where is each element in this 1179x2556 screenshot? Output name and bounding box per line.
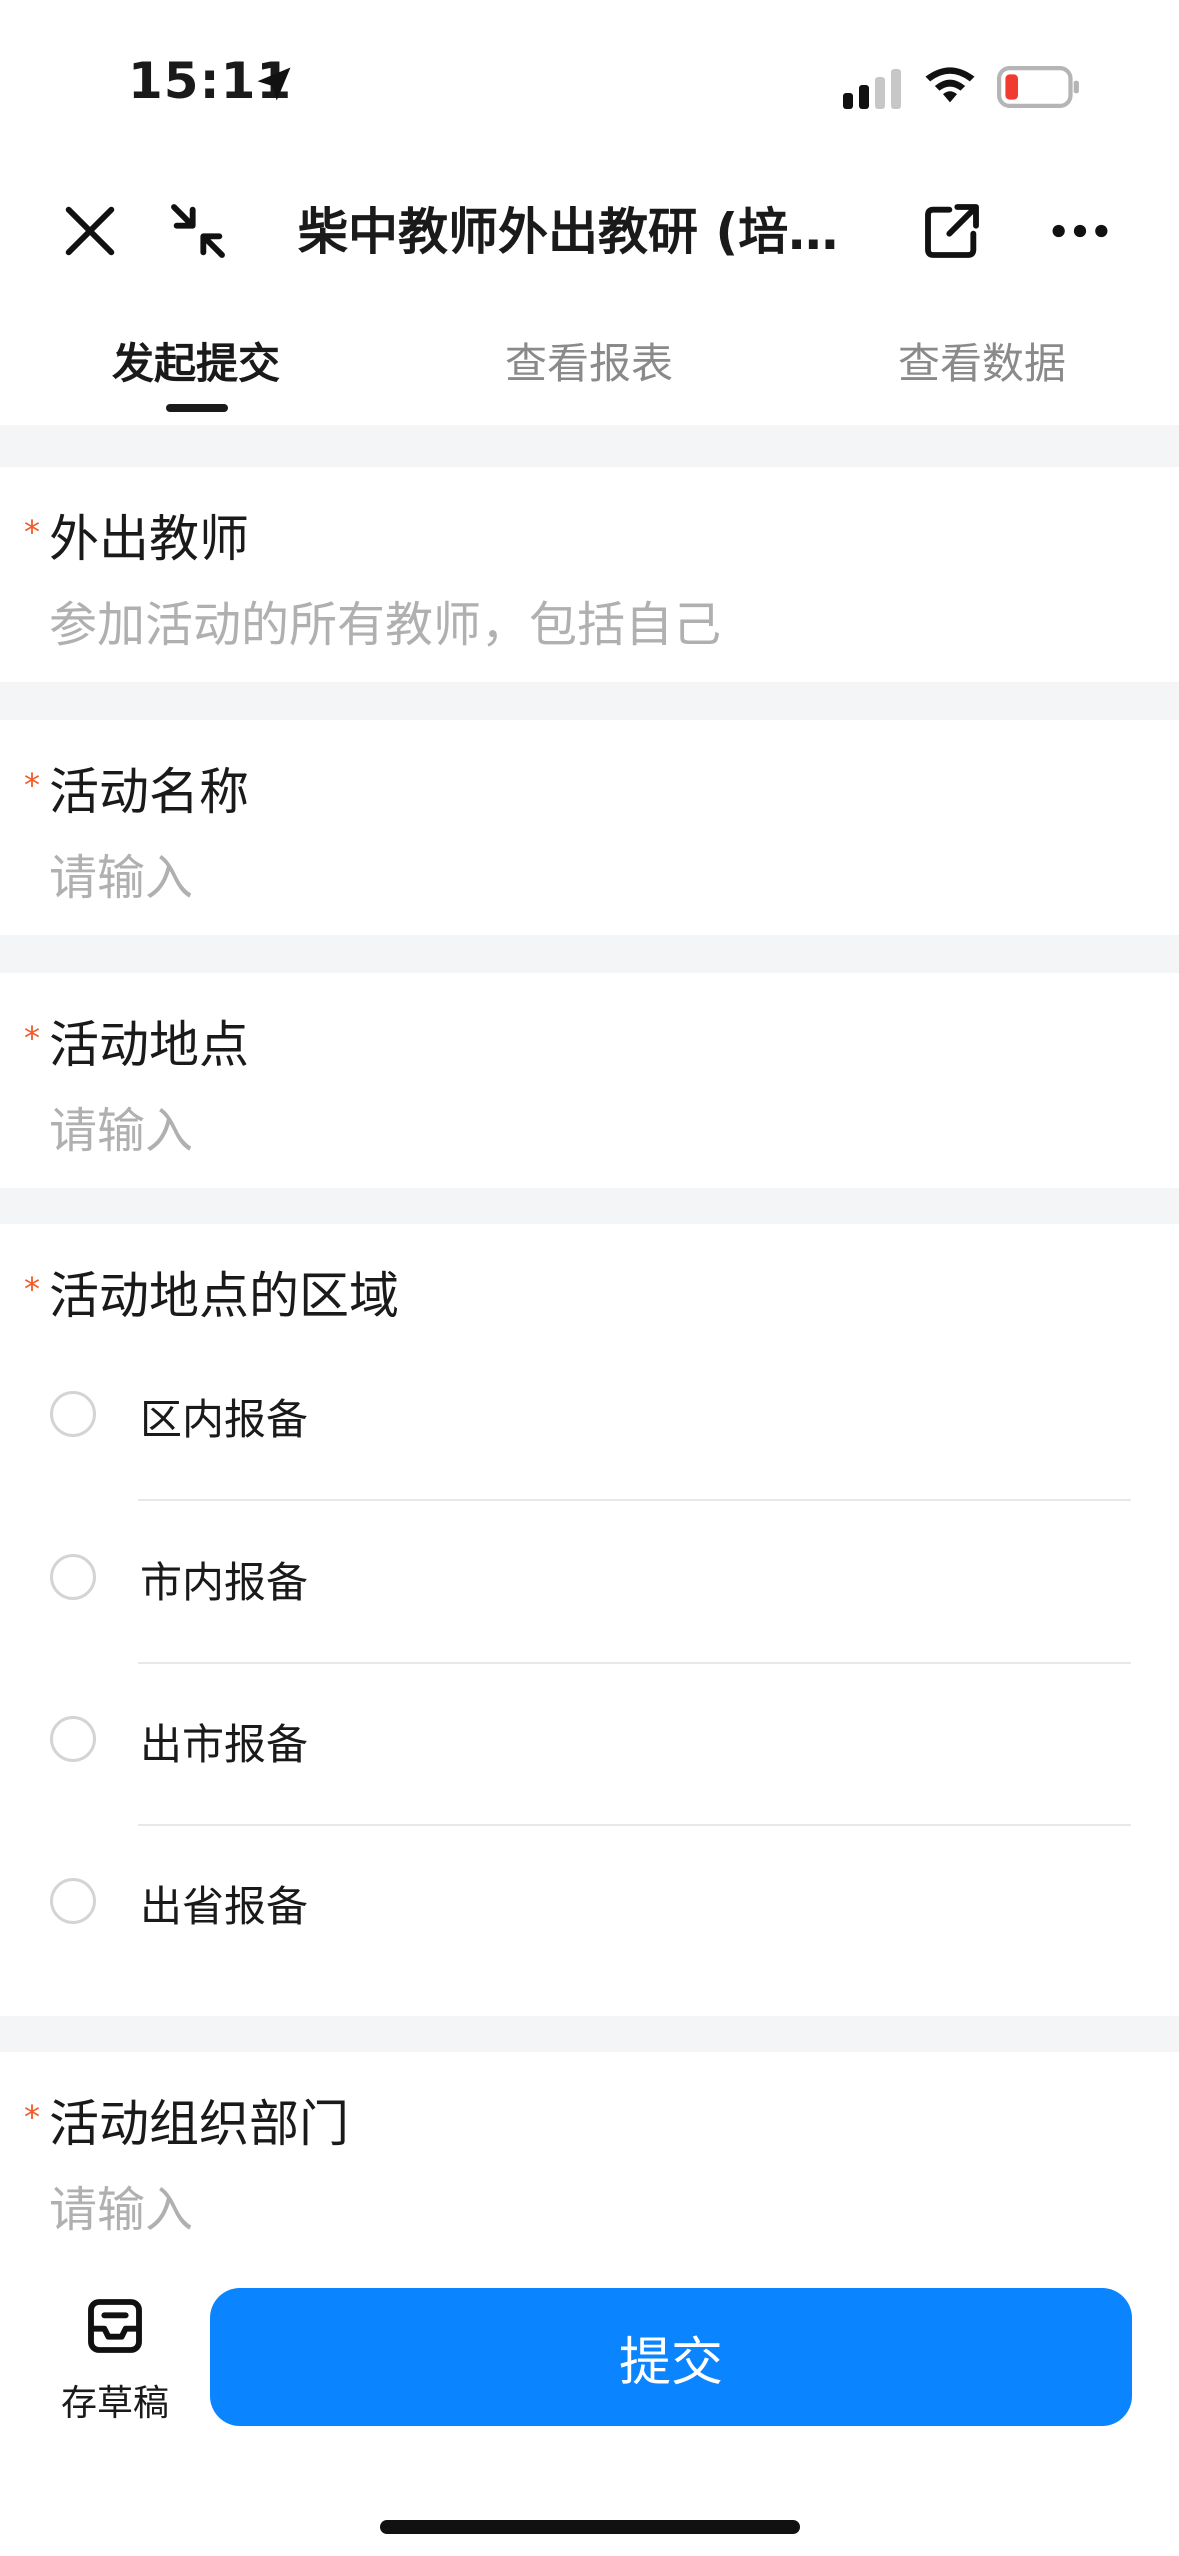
option-label: 出市报备 xyxy=(140,1720,309,1769)
option-label: 区内报备 xyxy=(140,1395,309,1444)
radio-option[interactable]: 区内报备 xyxy=(0,1336,1179,1496)
save-draft-label: 存草稿 xyxy=(60,2383,169,2424)
activity-name-input[interactable]: 请输入 xyxy=(49,838,193,908)
radio-option[interactable]: 出市报备 xyxy=(0,1661,1179,1821)
tab-submit[interactable]: 发起提交 xyxy=(112,330,280,391)
required-mark: * xyxy=(24,766,40,804)
field-teachers[interactable]: * 外出教师 参加活动的所有教师，包括自己 xyxy=(0,467,1179,682)
required-mark: * xyxy=(24,513,40,551)
required-mark: * xyxy=(24,1019,40,1057)
section-gap xyxy=(0,935,1179,973)
section-gap xyxy=(0,682,1179,720)
more-icon[interactable] xyxy=(1048,199,1112,263)
radio-option[interactable]: 出省报备 xyxy=(0,1823,1179,1983)
minimize-icon[interactable] xyxy=(166,199,230,263)
section-gap xyxy=(0,2016,1179,2052)
nav-header: 柴中教师外出教研 (培训) 报备 xyxy=(0,170,1179,290)
required-mark: * xyxy=(24,2098,40,2136)
radio-button[interactable] xyxy=(50,1878,96,1924)
close-icon[interactable] xyxy=(58,199,122,263)
tab-report[interactable]: 查看报表 xyxy=(505,330,673,391)
organizer-input[interactable]: 请输入 xyxy=(49,2170,193,2240)
field-organizer[interactable]: * 活动组织部门 请输入 xyxy=(0,2052,1179,2252)
required-mark: * xyxy=(24,1270,40,1308)
wifi-icon xyxy=(925,67,975,103)
share-icon[interactable] xyxy=(920,199,984,263)
section-gap xyxy=(0,425,1179,467)
radio-button[interactable] xyxy=(50,1554,96,1600)
location-arrow-icon xyxy=(257,67,291,101)
active-tab-indicator xyxy=(166,404,228,412)
status-bar: 15:11 xyxy=(0,0,1179,170)
field-label: 活动地点的区域 xyxy=(49,1267,399,1325)
field-label: 活动组织部门 xyxy=(49,2095,349,2153)
option-label: 出省报备 xyxy=(140,1882,309,1931)
battery-icon xyxy=(997,66,1079,108)
field-activity-location[interactable]: * 活动地点 请输入 xyxy=(0,973,1179,1188)
field-label: 外出教师 xyxy=(49,510,249,568)
radio-button[interactable] xyxy=(50,1716,96,1762)
field-label: 活动名称 xyxy=(49,763,249,821)
submit-button[interactable]: 提交 xyxy=(210,2288,1132,2426)
field-label: 活动地点 xyxy=(49,1016,249,1074)
bottom-action-bar: 存草稿 提交 xyxy=(0,2250,1179,2556)
field-location-region: * 活动地点的区域 区内报备 市内报备 出市报备 出省报备 xyxy=(0,1224,1179,2016)
cellular-signal-icon xyxy=(843,69,901,109)
inbox-icon xyxy=(88,2299,142,2353)
field-activity-name[interactable]: * 活动名称 请输入 xyxy=(0,720,1179,935)
page-title: 柴中教师外出教研 (培训) 报备 xyxy=(298,203,858,261)
save-draft-button[interactable]: 存草稿 xyxy=(40,2294,190,2444)
radio-option[interactable]: 市内报备 xyxy=(0,1499,1179,1659)
activity-location-input[interactable]: 请输入 xyxy=(49,1091,193,1161)
radio-button[interactable] xyxy=(50,1391,96,1437)
tab-bar: 发起提交 查看报表 查看数据 xyxy=(0,300,1179,420)
tab-data[interactable]: 查看数据 xyxy=(898,330,1066,391)
option-label: 市内报备 xyxy=(140,1558,309,1607)
teachers-input[interactable]: 参加活动的所有教师，包括自己 xyxy=(49,585,721,655)
home-indicator xyxy=(380,2520,800,2534)
section-gap xyxy=(0,1188,1179,1224)
